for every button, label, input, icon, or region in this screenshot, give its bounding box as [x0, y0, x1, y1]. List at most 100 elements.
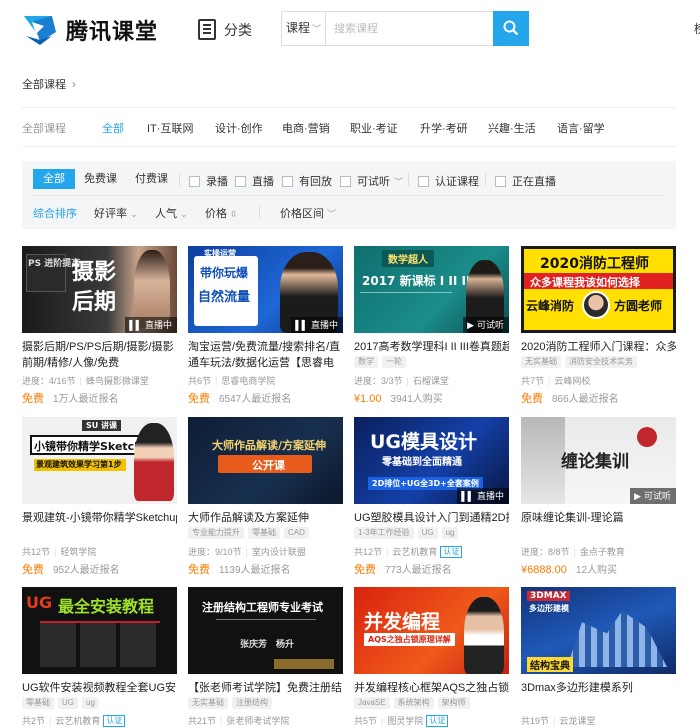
course-provider[interactable]: 云龙课堂 — [559, 716, 595, 726]
checkbox-icon — [235, 176, 246, 187]
filter-all[interactable]: 全部 — [33, 169, 75, 189]
course-provider[interactable]: 云峰网校 — [554, 376, 590, 386]
checkbox-live-now[interactable]: 正在直播 — [495, 173, 556, 189]
course-title[interactable]: UG软件安装视频教程全套UG安... — [22, 680, 177, 696]
course-meta: 进度：8/8节 | 金点子教育 — [521, 547, 625, 557]
course-thumbnail[interactable]: 带你玩爆 自然流量 实操运营 ▌▌ 直播中 — [188, 246, 343, 333]
thumb-decor — [521, 417, 565, 504]
course-progress: 共2节 — [22, 716, 46, 726]
course-thumbnail[interactable]: 3DMAX 多边形建模 结构宝典 — [521, 587, 676, 674]
course-enrolled: 6547人最近报名 — [219, 394, 292, 405]
course-thumbnail[interactable]: 注册结构工程师专业考试 张庆芳 杨升 — [188, 587, 343, 674]
category-menu-icon[interactable] — [198, 19, 216, 40]
category-tab-career[interactable]: 职业·考证 — [350, 120, 398, 136]
filter-paid[interactable]: 付费课 — [125, 169, 178, 189]
breadcrumb[interactable]: 全部课程 › — [22, 76, 76, 92]
checkbox-label: 录播 — [206, 176, 228, 188]
course-thumbnail[interactable]: 并发编程 AQS之独占锁原理详解 — [354, 587, 509, 674]
course-title[interactable]: 景观建筑-小镜带你精学Sketchup — [22, 510, 177, 526]
search-icon — [503, 20, 519, 36]
sort-rating[interactable]: 好评率 ⌄ — [94, 205, 138, 221]
category-tab-all[interactable]: 全部 — [102, 120, 124, 136]
category-tab-language[interactable]: 语言·留学 — [557, 120, 605, 136]
category-tab-it[interactable]: IT·互联网 — [147, 120, 193, 136]
course-provider[interactable]: 云艺机教育 — [55, 716, 100, 726]
thumb-heading: 最全安装教程 — [58, 597, 155, 616]
divider — [408, 173, 409, 186]
search-button[interactable] — [493, 11, 529, 46]
category-tab-design[interactable]: 设计·创作 — [215, 120, 263, 136]
course-thumbnail[interactable]: PS 进阶提高 摄影 后期 ▌▌ 直播中 — [22, 246, 177, 333]
course-title[interactable]: 淘宝运营/免费流量/搜索排名/直通车玩法/数据化运营【思睿电商】 — [188, 339, 343, 371]
category-tab-hobby[interactable]: 兴趣·生活 — [488, 120, 536, 136]
course-tag: UG — [417, 527, 438, 539]
checkbox-live[interactable]: 直播 — [235, 173, 274, 189]
course-enrolled: 12人购买 — [575, 565, 618, 576]
course-provider[interactable]: 金点子教育 — [580, 547, 625, 557]
course-title[interactable]: 3Dmax多边形建模系列 — [521, 680, 676, 696]
header-edge-link[interactable]: 榜 — [694, 20, 700, 37]
sort-default[interactable]: 综合排序 — [33, 205, 77, 221]
category-all-courses[interactable]: 全部课程 — [22, 120, 66, 136]
course-thumbnail[interactable]: UG 最全安装教程 — [22, 587, 177, 674]
sort-price[interactable]: 价格 ⇳ — [205, 205, 238, 221]
course-thumbnail[interactable]: UG模具设计 零基础到全面精通 2D排位+UG全3D+全套案例 ▌▌ 直播中 — [354, 417, 509, 504]
course-provider[interactable]: 室内设计联盟 — [252, 547, 306, 557]
filter-free[interactable]: 免费课 — [74, 169, 127, 189]
sort-popularity[interactable]: 人气 ⌄ — [155, 205, 188, 221]
course-title[interactable]: 2020消防工程师入门课程：众多... — [521, 339, 676, 355]
course-provider[interactable]: 蜂鸟摄影微课堂 — [86, 376, 149, 386]
course-title[interactable]: UG塑胶模具设计入门到通精2D排... — [354, 510, 509, 526]
search-scope-select[interactable]: 课程 ﹀ — [282, 12, 326, 45]
breadcrumb-label[interactable]: 全部课程 — [22, 79, 66, 91]
course-title[interactable]: 原味缠论集训-理论篇 — [521, 510, 676, 526]
course-provider[interactable]: 张老师考试学院 — [226, 716, 289, 726]
course-provider[interactable]: 轻筑学院 — [60, 547, 96, 557]
course-title[interactable]: 并发编程核心框架AQS之独占锁... — [354, 680, 509, 696]
thumb-subtitle: 零基础到全面精通 — [382, 457, 462, 468]
course-provider[interactable]: 图灵学院 — [387, 716, 423, 726]
course-thumbnail[interactable]: 缠论集训 ▶ 可试听 — [521, 417, 676, 504]
thumb-subtitle: 公开课 — [252, 459, 285, 472]
course-enrolled: 1139人最近报名 — [219, 565, 291, 576]
search-input[interactable] — [328, 13, 488, 44]
course-price: ¥1.00 — [354, 393, 382, 405]
course-title[interactable]: 摄影后期/PS/PS后期/摄影/摄影前期/精修/人像/免费 — [22, 339, 177, 371]
course-progress: 共12节 — [354, 547, 383, 557]
checkbox-icon — [282, 176, 293, 187]
course-enrolled: 773人最近报名 — [385, 565, 452, 576]
course-meta: 共12节 | 云艺机教育 认证 — [354, 545, 514, 558]
course-provider[interactable]: 云艺机教育 — [392, 547, 437, 557]
course-tag: 无实基础 — [188, 697, 228, 709]
course-title[interactable]: 大师作品解读及方案延伸 — [188, 510, 343, 526]
course-meta: 共7节 | 云峰网校 — [521, 376, 591, 386]
category-tab-ecommerce[interactable]: 电商·营销 — [282, 120, 330, 136]
course-tag: ug — [82, 697, 99, 709]
course-thumbnail[interactable]: 大师作品解读/方案延伸 公开课 — [188, 417, 343, 504]
course-provider[interactable]: 思睿电商学院 — [221, 376, 275, 386]
price-range-select[interactable]: 价格区间 ﹀ — [280, 205, 336, 221]
course-progress: 进度：4/16节 — [22, 376, 76, 386]
course-title[interactable]: 【张老师考试学院】免费注册结... — [188, 680, 343, 696]
brand-name[interactable]: 腾讯课堂 — [66, 14, 158, 46]
course-price-row: ¥1.00 3941人购买 — [354, 390, 514, 405]
category-tab-exam[interactable]: 升学·考研 — [420, 120, 468, 136]
checkbox-replay[interactable]: 有回放 — [282, 173, 332, 189]
checkbox-certified[interactable]: 认证课程 — [418, 173, 479, 189]
course-thumbnail[interactable]: SU 讲课 小镜带你精学Sketchup 景观建筑效果学习第1步 — [22, 417, 177, 504]
course-meta: 共6节 | 思睿电商学院 — [188, 376, 276, 386]
thumb-decor — [567, 611, 667, 667]
thumb-subtitle: 数学超人 — [382, 250, 434, 267]
checkbox-trial[interactable]: 可试听 ﹀ — [340, 173, 403, 189]
thumb-heading: 方圆老师 — [614, 299, 663, 313]
course-thumbnail[interactable]: 数学超人 2017 新课标 I II III ▶ 可试听 — [354, 246, 509, 333]
category-menu-label[interactable]: 分类 — [224, 20, 252, 40]
course-thumbnail[interactable]: 2020消防工程师 众多课程我该如何选择 云峰消防 方圆老师 — [521, 246, 676, 333]
course-provider[interactable]: 石榴课堂 — [413, 376, 449, 386]
course-title[interactable]: 2017高考数学理科I II III卷真题超... — [354, 339, 509, 355]
course-price: 免费 — [354, 564, 376, 576]
checkbox-recorded[interactable]: 录播 — [189, 173, 228, 189]
thumb-heading: UG — [26, 593, 53, 612]
tencent-classroom-logo[interactable] — [22, 12, 58, 46]
thumb-decor — [637, 427, 657, 447]
